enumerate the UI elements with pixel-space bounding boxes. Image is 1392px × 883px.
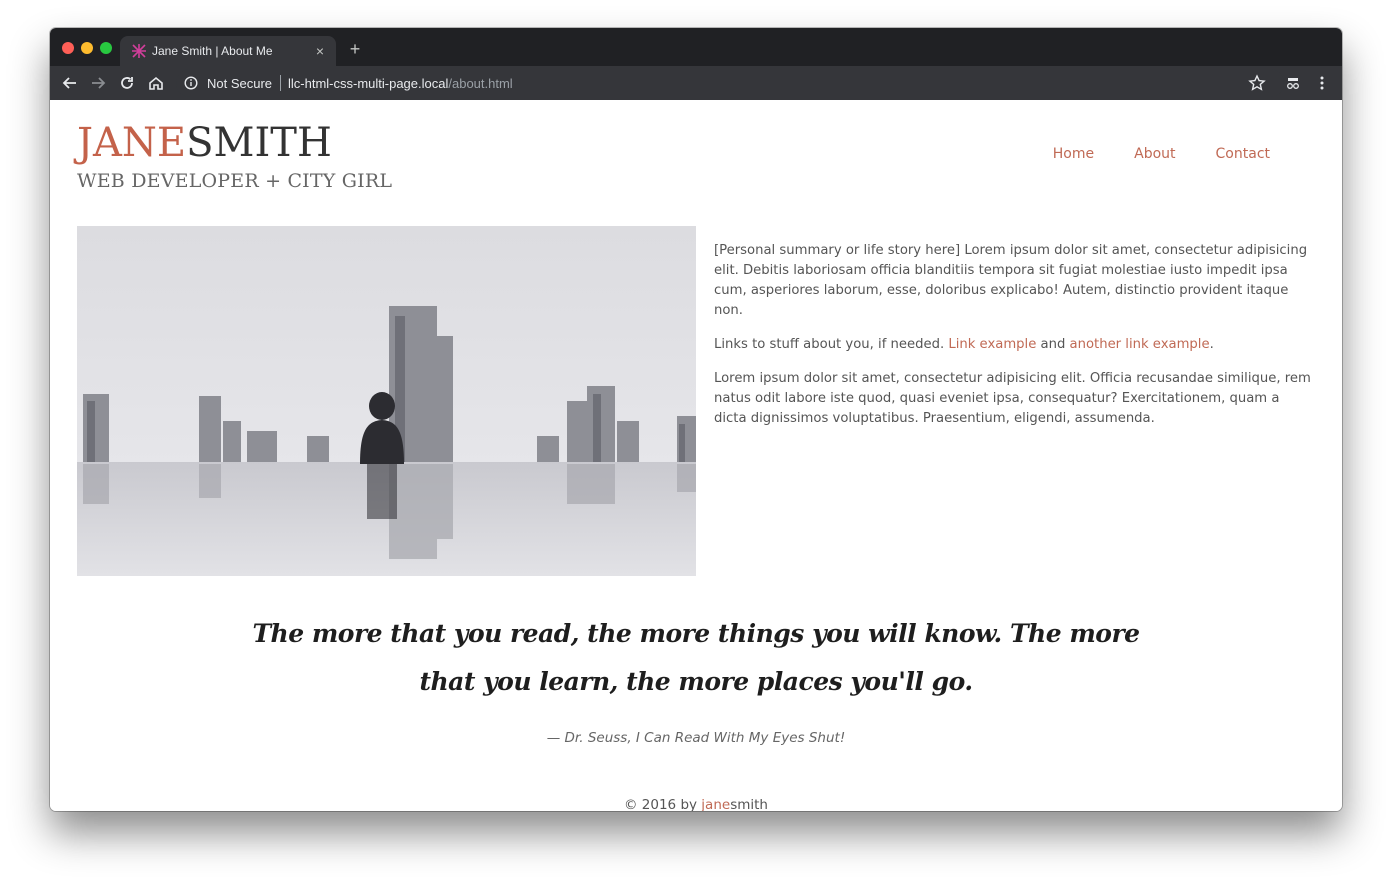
tab-title: Jane Smith | About Me bbox=[152, 44, 273, 58]
site-footer: © 2016 by janesmith bbox=[50, 797, 1342, 811]
logo-name: JANESMITH bbox=[77, 120, 392, 174]
another-link-example[interactable]: another link example bbox=[1070, 337, 1210, 352]
back-arrow-icon[interactable] bbox=[60, 73, 80, 93]
page-content: JANESMITH WEB DEVELOPER + CITY GIRL Home… bbox=[50, 100, 1342, 811]
footer-suffix: smith bbox=[730, 797, 768, 811]
nav-contact-link[interactable]: Contact bbox=[1216, 146, 1270, 162]
reload-icon[interactable] bbox=[117, 73, 137, 93]
browser-tab[interactable]: Jane Smith | About Me × bbox=[120, 36, 336, 66]
maximize-window-button[interactable] bbox=[100, 42, 112, 54]
bio-paragraph-3: Lorem ipsum dolor sit amet, consectetur … bbox=[714, 371, 1311, 426]
link-example[interactable]: Link example bbox=[948, 337, 1036, 352]
info-icon[interactable] bbox=[184, 76, 198, 90]
close-tab-icon[interactable]: × bbox=[312, 43, 328, 59]
bio-links-prefix: Links to stuff about you, if needed. bbox=[714, 337, 949, 352]
site-logo[interactable]: JANESMITH WEB DEVELOPER + CITY GIRL bbox=[77, 120, 392, 192]
quote-text: The more that you read, the more things … bbox=[252, 619, 1140, 696]
bio-paragraph-1: [Personal summary or life story here] Lo… bbox=[714, 243, 1308, 318]
star-icon[interactable] bbox=[1247, 73, 1267, 93]
quote-citation: — Dr. Seuss, I Can Read With My Eyes Shu… bbox=[546, 730, 846, 746]
extension-icon[interactable] bbox=[1283, 73, 1303, 93]
url-host: llc-html-css-multi-page.local bbox=[288, 76, 449, 91]
new-tab-button[interactable]: + bbox=[346, 40, 364, 58]
site-tagline: WEB DEVELOPER + CITY GIRL bbox=[77, 170, 393, 192]
main-nav: Home About Contact bbox=[1013, 146, 1270, 162]
browser-toolbar: Not Secure llc-html-css-multi-page.local… bbox=[50, 66, 1342, 100]
profile-photo bbox=[77, 226, 696, 576]
bio-paragraph-2: Links to stuff about you, if needed. Lin… bbox=[714, 335, 1314, 355]
forward-arrow-icon[interactable] bbox=[88, 73, 108, 93]
footer-accent: jane bbox=[701, 797, 731, 811]
nav-home-link[interactable]: Home bbox=[1053, 146, 1094, 162]
browser-window: Jane Smith | About Me × + Not Secure llc… bbox=[50, 28, 1342, 811]
security-label: Not Secure bbox=[207, 76, 273, 91]
tab-favicon bbox=[132, 44, 146, 58]
url-path: /about.html bbox=[448, 76, 513, 91]
logo-last-name: SMITH bbox=[186, 120, 332, 166]
home-icon[interactable] bbox=[146, 73, 166, 93]
url-text[interactable]: llc-html-css-multi-page.local/about.html bbox=[288, 76, 513, 91]
bio-links-suffix: . bbox=[1209, 337, 1214, 352]
logo-first-name: JANE bbox=[77, 120, 187, 166]
minimize-window-button[interactable] bbox=[81, 42, 93, 54]
close-window-button[interactable] bbox=[62, 42, 74, 54]
kebab-menu-icon[interactable] bbox=[1312, 73, 1332, 93]
tab-strip: Jane Smith | About Me × + bbox=[50, 28, 1342, 66]
omnibox-separator bbox=[280, 75, 281, 91]
bio-section: [Personal summary or life story here] Lo… bbox=[714, 241, 1314, 443]
nav-about-link[interactable]: About bbox=[1134, 146, 1175, 162]
address-bar[interactable]: Not Secure llc-html-css-multi-page.local… bbox=[176, 69, 1284, 97]
footer-copyright: © 2016 by bbox=[624, 797, 702, 811]
bio-links-and: and bbox=[1036, 337, 1070, 352]
